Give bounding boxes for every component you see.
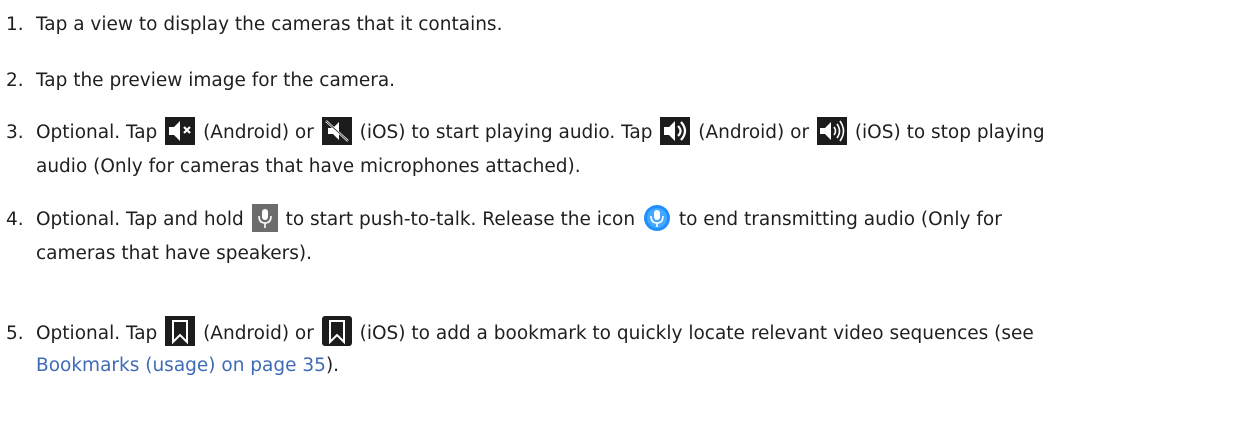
microphone-icon [251,204,278,232]
step-text: (iOS) to start playing audio. Tap [359,122,653,143]
android-bookmark-icon [165,316,196,346]
step-5-line-2: Bookmarks (usage) on page 35). [36,353,339,379]
step-text: ). [325,355,340,376]
step-text: Optional. Tap [36,323,158,344]
step-number: 2. [6,70,24,91]
step-text: (iOS) to add a bookmark to quickly locat… [359,323,1034,344]
android-mute-icon [165,117,196,145]
ios-mute-icon [321,117,352,145]
ios-speaker-icon [816,117,847,145]
step-3-line-1: 3. Optional. Tap (Android) or (iOS) to st… [0,117,1045,146]
step-text: (Android) or [203,122,314,143]
step-number: 4. [6,209,24,230]
instruction-steps: 1. Tap a view to display the cameras that… [0,0,1246,421]
step-3-line-2: audio (Only for cameras that have microp… [36,154,581,180]
step-text: cameras that have speakers). [36,243,312,264]
android-speaker-icon [660,117,691,145]
step-text: (Android) or [698,122,810,143]
step-text: audio (Only for cameras that have microp… [36,156,581,177]
step-text: Optional. Tap [36,122,158,143]
step-text: (Android) or [203,323,314,344]
step-text: (iOS) to stop playing [854,122,1045,143]
ios-bookmark-icon [321,316,352,346]
step-text: to end transmitting audio (Only for [678,209,1002,230]
bookmarks-usage-link[interactable]: Bookmarks (usage) on page 35 [36,355,326,376]
step-text: to start push-to-talk. Release the icon [285,209,636,230]
step-2-line: 2. Tap the preview image for the camera. [0,68,395,94]
step-text: Tap a view to display the cameras that i… [36,14,503,35]
step-text: Optional. Tap and hold [36,209,244,230]
step-4-line-1: 4. Optional. Tap and hold to start push-t… [0,204,1002,233]
step-text: Tap the preview image for the camera. [36,70,396,91]
step-number: 3. [6,122,24,143]
step-number: 5. [6,323,24,344]
microphone-active-icon [643,204,671,232]
step-number: 1. [6,14,24,35]
step-5-line-1: 5. Optional. Tap (Android) or (iOS) to ad… [0,316,1034,347]
step-1-line: 1. Tap a view to display the cameras that… [0,12,502,38]
step-4-line-2: cameras that have speakers). [36,241,312,267]
